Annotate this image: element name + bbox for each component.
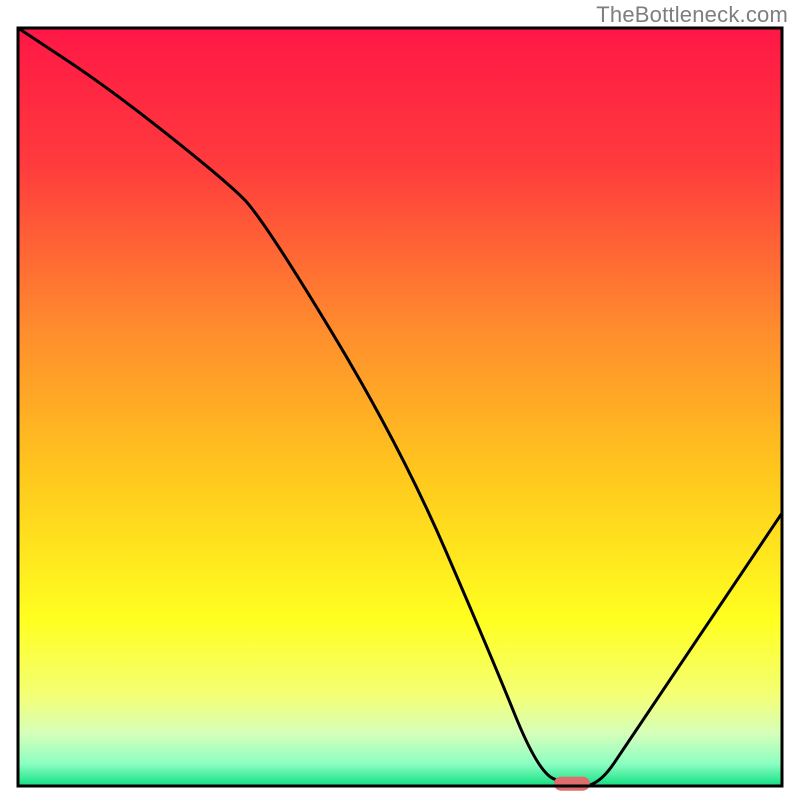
bottleneck-chart (0, 0, 800, 800)
watermark-text: TheBottleneck.com (596, 2, 788, 28)
gradient-background (18, 28, 782, 786)
optimum-marker (554, 777, 590, 791)
plot-area (18, 28, 782, 791)
